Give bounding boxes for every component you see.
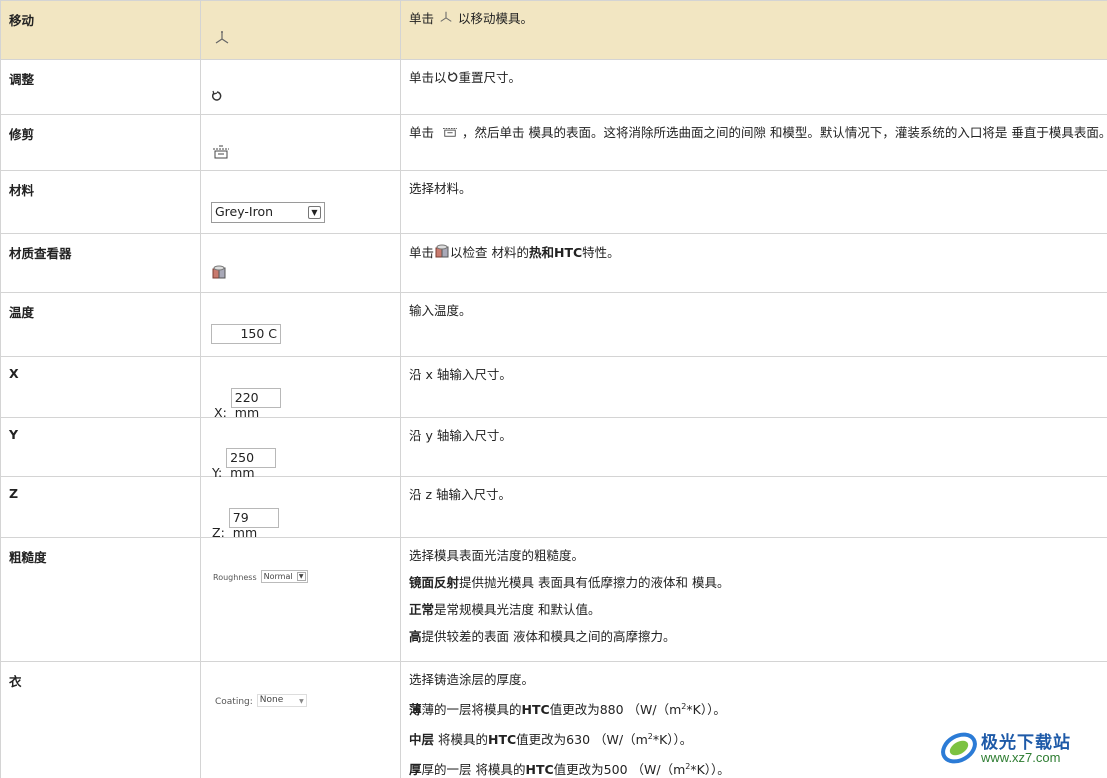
desc-text: 选择材料。 (409, 181, 472, 196)
param-name: Y (9, 427, 19, 442)
table-row: 材质查看器 单击 以检查 材料的热和HTC特性。 (0, 233, 1107, 293)
desc-bold: 中层 (409, 732, 435, 748)
z-dimension-input[interactable]: 79 mm (228, 508, 279, 540)
desc-bold: 正常 (409, 602, 435, 617)
desc-bold: 薄 (409, 702, 422, 718)
reset-icon (447, 70, 459, 88)
desc-text: 沿 z 轴输入尺寸。 (409, 487, 512, 502)
y-dimension-input[interactable]: 250 mm (226, 448, 277, 480)
param-name: Z (9, 486, 19, 501)
desc-text: 以移动模具。 (453, 11, 533, 26)
desc-text: 特性。 (582, 245, 620, 260)
table-row: Y Y: 250 mm 沿 y 轴输入尺寸。 (0, 417, 1107, 480)
desc-text: 单击 (409, 125, 438, 140)
param-name: 材质查看器 (9, 246, 72, 261)
coating-select[interactable]: None ▼ (256, 694, 307, 707)
desc-text: 沿 x 轴输入尺寸。 (409, 367, 512, 382)
coating-select-value: None (259, 695, 284, 705)
desc-text: 选择铸造涂层的厚度。 (409, 672, 535, 687)
desc-text: 选择模具表面光洁度的粗糙度。 (409, 548, 585, 563)
move-icon (438, 10, 454, 29)
roughness-select[interactable]: Normal ▼ (260, 570, 308, 583)
param-name: 粗糙度 (9, 550, 47, 565)
desc-text: 是常规模具光洁度 和默认值。 (434, 602, 601, 617)
move-icon[interactable] (214, 30, 230, 49)
table-row: 移动 单击 以移动模具。 (0, 0, 1107, 60)
chevron-down-icon: ▼ (299, 698, 304, 705)
desc-text: 提供较差的表面 液体和模具之间的高摩擦力。 (421, 629, 676, 644)
param-name: 材料 (9, 183, 35, 198)
table-row: 材料 Grey-Iron ▼ 选择材料。 (0, 170, 1107, 234)
table-row: 粗糙度 Roughness Normal ▼ 选择模具表面光洁度的粗糙度。 镜面… (0, 537, 1107, 662)
table-row: 修剪 单击 ，然后单击 模具的表面。这将消除所选曲面之间的间隙 和模型。默认情况… (0, 114, 1107, 171)
material-select[interactable]: Grey-Iron ▼ (211, 202, 325, 223)
desc-text: 单击 (409, 11, 438, 26)
param-name: 调整 (9, 72, 35, 87)
table-row: Z Z: 79 mm 沿 z 轴输入尺寸。 (0, 476, 1107, 540)
parameter-table: 移动 单击 以移动模具。 调整 单击以 重置尺寸。 修剪 单击 ，然后单击 模具… (0, 0, 1107, 778)
desc-bold: 镜面反射 (409, 575, 460, 590)
desc-text: *K））。 (690, 762, 730, 778)
param-name: 修剪 (9, 127, 35, 142)
coating-label: Coating: (215, 697, 253, 707)
material-viewer-icon (434, 243, 450, 264)
reset-icon[interactable] (211, 90, 223, 105)
trim-icon (442, 124, 458, 143)
material-select-value: Grey-Iron (215, 204, 274, 219)
desc-bold: 厚 (409, 762, 422, 778)
desc-text: 单击 (409, 245, 435, 260)
param-name: 温度 (9, 305, 35, 320)
desc-bold: HTC (488, 732, 517, 748)
x-dimension-input[interactable]: 220 mm (230, 388, 281, 420)
roughness-select-value: Normal (263, 572, 293, 581)
desc-text: 单击以 (409, 70, 447, 85)
desc-text: 值更改为630 （W/（m (516, 732, 648, 748)
chevron-down-icon: ▼ (296, 572, 306, 581)
desc-text: 沿 y 轴输入尺寸。 (409, 428, 512, 443)
desc-text: ，然后单击 模具的表面。这将消除所选曲面之间的间隙 和模型。默认情况下，灌装系统… (461, 125, 1107, 140)
desc-bold: HTC (525, 762, 554, 778)
roughness-label: Roughness (213, 573, 257, 582)
desc-text: 重置尺寸。 (458, 70, 522, 85)
desc-text: 以检查 材料的 (450, 245, 529, 260)
param-name: X (9, 366, 19, 381)
desc-bold: HTC (521, 702, 550, 718)
table-row: 温度 150 C 输入温度。 (0, 292, 1107, 357)
param-name: 衣 (9, 674, 22, 689)
desc-text: 输入温度。 (409, 303, 472, 318)
desc-text: *K））。 (686, 702, 726, 718)
material-viewer-icon[interactable] (211, 264, 227, 283)
desc-text: 薄的一层将模具的 (421, 702, 522, 718)
desc-text: 值更改为880 （W/（m (549, 702, 682, 718)
watermark-url: www.xz7.com (981, 750, 1061, 765)
temperature-input[interactable]: 150 C (211, 324, 281, 344)
table-row: X X: 220 mm 沿 x 轴输入尺寸。 (0, 356, 1107, 420)
chevron-down-icon: ▼ (308, 206, 321, 219)
desc-bold: 高 (409, 629, 422, 644)
desc-text: 值更改为500 （W/（m (553, 762, 686, 778)
trim-icon[interactable] (212, 144, 230, 163)
param-name: 移动 (9, 13, 35, 28)
logo-icon (941, 732, 977, 764)
desc-text: 将模具的 (434, 732, 488, 748)
desc-text: 厚的一层 将模具的 (421, 762, 526, 778)
desc-text: 提供抛光模具 表面具有低摩擦力的液体和 模具。 (459, 575, 730, 590)
watermark-logo: 极光下载站 www.xz7.com (937, 726, 1097, 770)
desc-bold: 热和HTC (529, 245, 583, 260)
table-row: 调整 单击以 重置尺寸。 (0, 59, 1107, 115)
desc-text: *K））。 (652, 732, 693, 748)
